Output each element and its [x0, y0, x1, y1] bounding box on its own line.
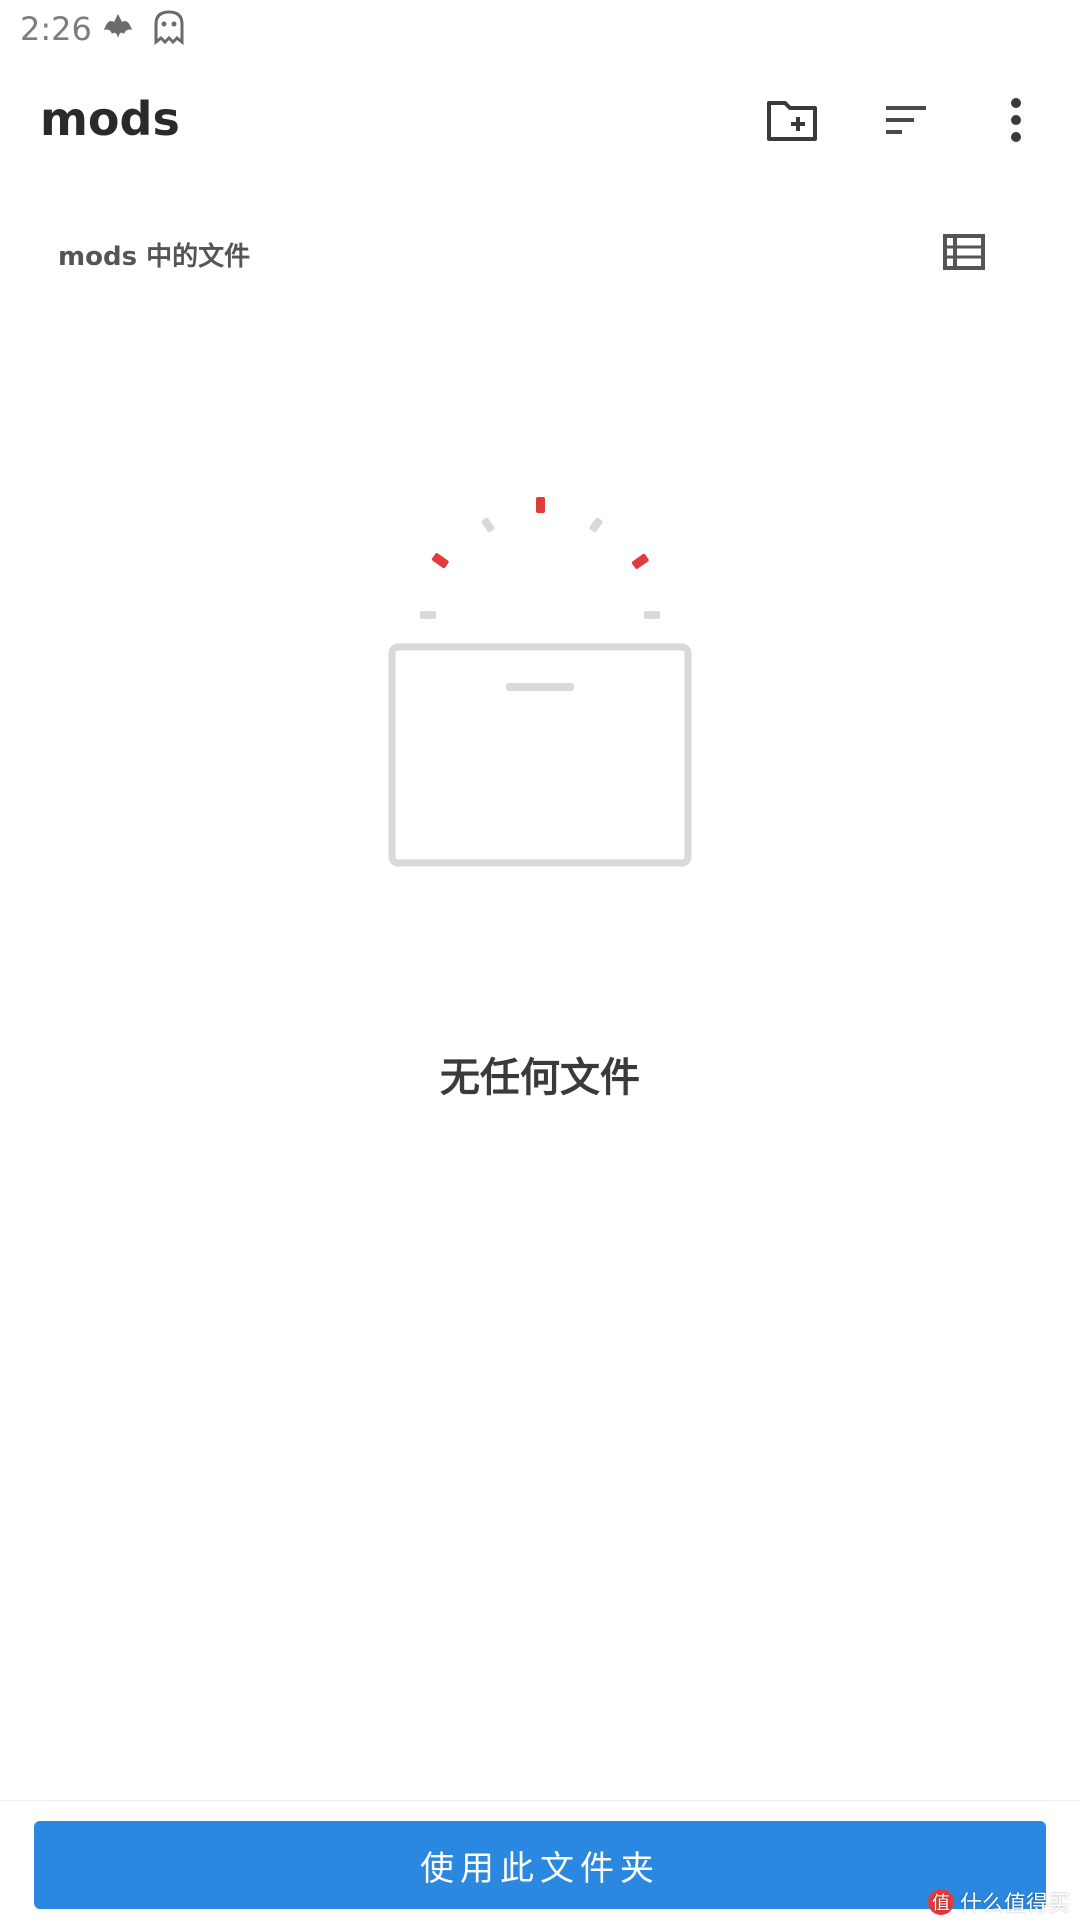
- empty-state-message: 无任何文件: [440, 1055, 640, 1101]
- bottom-bar: 使用此文件夹: [0, 1800, 1080, 1922]
- status-time: 2:26: [20, 10, 92, 48]
- ghost-icon: [150, 8, 188, 54]
- empty-illustration: [380, 485, 700, 875]
- section-header: mods 中的文件: [0, 222, 1080, 284]
- file-picker-screen: 2:26 mods mods 中的文件 无任何文件 使用此文件夹 值 什么值得买: [0, 0, 1080, 1922]
- sort-button[interactable]: [870, 84, 942, 156]
- bat-icon: [98, 8, 138, 54]
- list-view-icon: [943, 234, 985, 270]
- watermark-text: 什么值得买: [959, 1892, 1070, 1917]
- watermark: 值 什么值得买: [927, 1886, 1070, 1918]
- empty-folder-icon: [388, 497, 692, 867]
- status-bar: 2:26: [0, 0, 1080, 62]
- more-options-button[interactable]: [980, 84, 1052, 156]
- watermark-badge-icon: 值: [927, 1889, 954, 1915]
- section-title: mods 中的文件: [58, 242, 251, 272]
- use-this-folder-button[interactable]: 使用此文件夹: [34, 1821, 1046, 1909]
- view-toggle-button[interactable]: [928, 216, 1000, 288]
- page-title: mods: [40, 92, 180, 146]
- app-bar: mods: [0, 62, 1080, 174]
- sort-icon: [886, 106, 926, 134]
- more-vert-icon: [1011, 98, 1021, 142]
- new-folder-icon: [767, 101, 817, 141]
- new-folder-button[interactable]: [756, 84, 828, 156]
